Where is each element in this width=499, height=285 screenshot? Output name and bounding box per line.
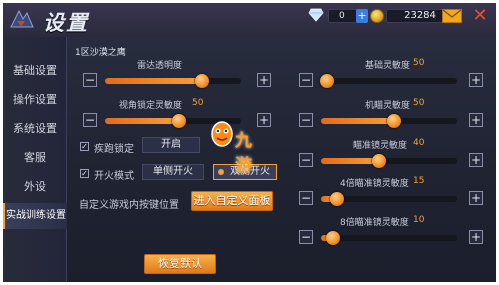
sidebar-item-controls[interactable]: 操作设置: [3, 87, 67, 113]
base-sensitivity-value: 50: [413, 58, 425, 68]
watermark-logo-icon: [209, 121, 235, 153]
radar-opacity-increase-button[interactable]: +: [257, 73, 271, 87]
top-bar: 设置 0 + 23284 ✕: [3, 3, 496, 37]
custom-layout-label: 自定义游戏内按键位置: [79, 200, 179, 211]
radar-opacity-decrease-button[interactable]: −: [83, 73, 97, 87]
sidebar-item-training[interactable]: 实战训练设置: [3, 203, 67, 229]
view-lock-knob[interactable]: [172, 114, 186, 128]
scope-4x-value: 15: [413, 176, 425, 186]
settings-screen: 设置 0 + 23284 ✕ 基础设置 操作设置 系统设置 客服 外设 实战训练…: [3, 3, 496, 282]
sidebar-item-support[interactable]: 客服: [3, 145, 67, 171]
watermark: 九游: [209, 120, 252, 176]
radar-opacity-label: 雷达透明度: [137, 61, 183, 71]
double-fire-radio-icon: [218, 169, 224, 175]
scope-sensitivity-fill: [321, 158, 379, 164]
view-lock-label: 视角锁定灵敏度: [119, 101, 183, 111]
iron-sight-label: 机瞄灵敏度: [365, 101, 411, 111]
scope-4x-decrease-button[interactable]: −: [299, 191, 313, 205]
scope-8x-slider[interactable]: [321, 231, 457, 245]
iron-sight-fill: [321, 118, 394, 124]
scope-4x-increase-button[interactable]: +: [469, 191, 483, 205]
fast-lock-toggle[interactable]: 开启: [142, 137, 200, 153]
close-button[interactable]: ✕: [469, 6, 491, 26]
diamond-icon: [308, 8, 324, 25]
mail-icon[interactable]: [442, 9, 462, 26]
sidebar-item-system[interactable]: 系统设置: [3, 116, 67, 142]
reset-default-button[interactable]: 恢复默认: [144, 254, 216, 274]
iron-sight-slider[interactable]: [321, 114, 457, 128]
single-fire-option[interactable]: 单侧开火: [142, 164, 204, 180]
scope-8x-value: 10: [413, 215, 425, 225]
radar-opacity-slider[interactable]: [105, 74, 241, 88]
view-lock-fill: [105, 118, 179, 124]
scope-8x-knob[interactable]: [326, 231, 340, 245]
view-lock-value: 50: [192, 98, 204, 108]
sidebar-item-peripherals[interactable]: 外设: [3, 174, 67, 200]
fast-lock-label: 疾跑锁定: [94, 144, 134, 155]
scope-sensitivity-increase-button[interactable]: +: [469, 153, 483, 167]
add-diamond-button[interactable]: +: [356, 9, 368, 23]
iron-sight-value: 50: [413, 98, 425, 108]
scope-8x-decrease-button[interactable]: −: [299, 230, 313, 244]
iron-sight-knob[interactable]: [387, 114, 401, 128]
scope-sensitivity-label: 瞄准镜灵敏度: [353, 141, 408, 151]
fire-mode-label: 开火模式: [94, 171, 134, 182]
sidebar-item-basic[interactable]: 基础设置: [3, 58, 67, 84]
iron-sight-decrease-button[interactable]: −: [299, 113, 313, 127]
base-sensitivity-label: 基础灵敏度: [365, 61, 411, 71]
sidebar: 基础设置 操作设置 系统设置 客服 外设 实战训练设置: [3, 37, 67, 282]
scope-sensitivity-decrease-button[interactable]: −: [299, 153, 313, 167]
base-sensitivity-decrease-button[interactable]: −: [299, 73, 313, 87]
base-sensitivity-increase-button[interactable]: +: [469, 73, 483, 87]
fire-mode-checkbox[interactable]: ✓: [80, 169, 89, 178]
view-lock-increase-button[interactable]: +: [257, 113, 271, 127]
scope-4x-label: 4倍瞄准镜灵敏度: [340, 179, 409, 189]
fast-lock-checkbox[interactable]: ✓: [80, 142, 89, 151]
scope-sensitivity-knob[interactable]: [372, 154, 386, 168]
scope-8x-label: 8倍瞄准镜灵敏度: [340, 218, 409, 228]
base-sensitivity-slider[interactable]: [320, 74, 457, 88]
view-lock-decrease-button[interactable]: −: [83, 113, 97, 127]
game-logo-icon: [9, 7, 35, 31]
iron-sight-increase-button[interactable]: +: [469, 113, 483, 127]
enter-custom-panel-button[interactable]: 进入自定义面板: [191, 191, 273, 211]
base-sensitivity-knob[interactable]: [320, 74, 334, 88]
scope-4x-knob[interactable]: [330, 192, 344, 206]
radar-opacity-knob[interactable]: [195, 74, 209, 88]
coin-icon: [370, 9, 384, 23]
scope-4x-slider[interactable]: [321, 192, 457, 206]
radar-opacity-fill: [105, 78, 202, 84]
watermark-text: 九游: [235, 131, 252, 176]
scope-8x-increase-button[interactable]: +: [469, 230, 483, 244]
page-title: 设置: [43, 10, 89, 35]
scope-sensitivity-slider[interactable]: [321, 154, 457, 168]
server-name: 1区沙漠之鹰: [75, 48, 126, 58]
scope-sensitivity-value: 40: [413, 138, 425, 148]
